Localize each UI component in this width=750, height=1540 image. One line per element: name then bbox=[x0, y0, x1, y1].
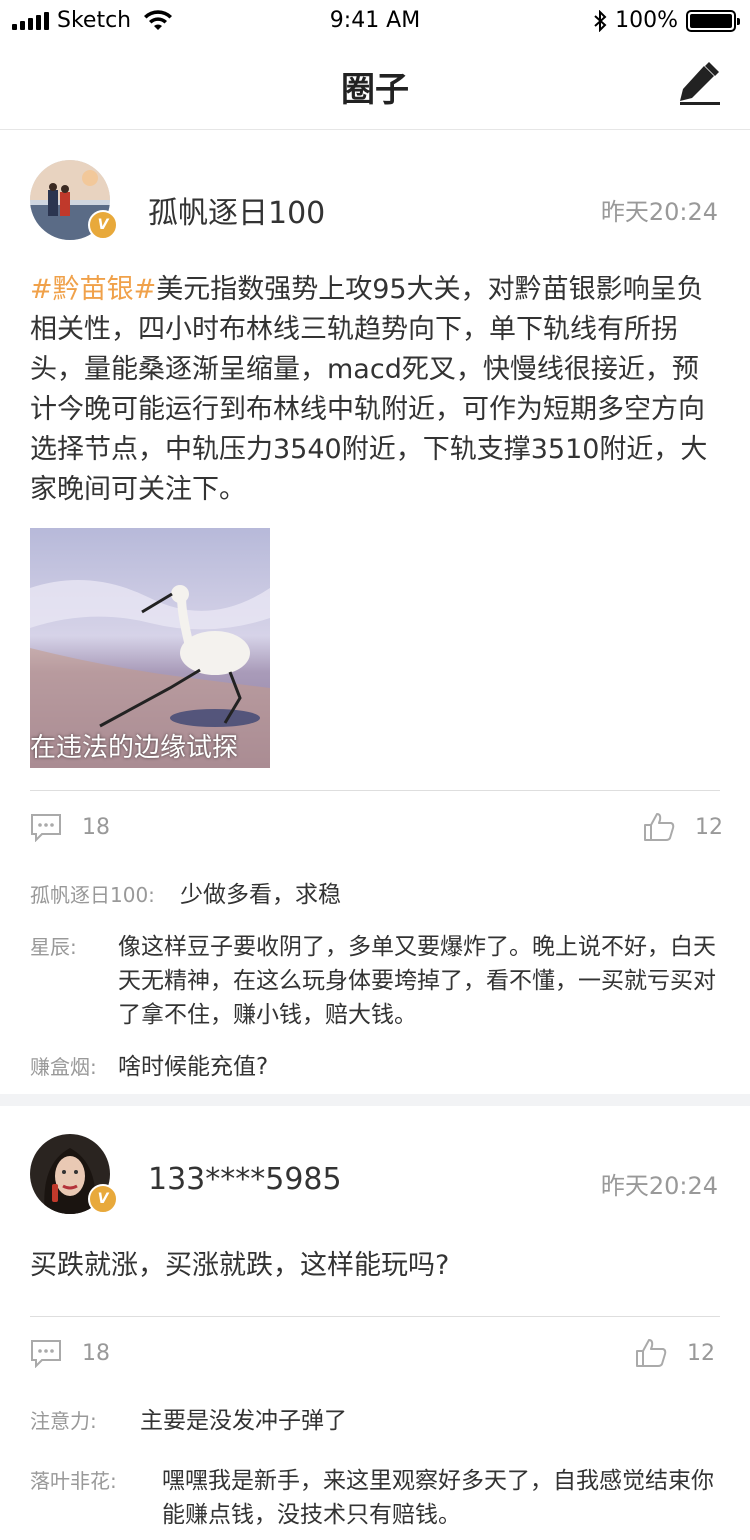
like-count: 12 bbox=[687, 1340, 715, 1366]
comment-text: 啥时候能充值? bbox=[118, 1054, 269, 1080]
divider bbox=[30, 1316, 720, 1317]
like-button[interactable]: 12 bbox=[635, 1338, 715, 1368]
username[interactable]: 孤帆逐日100 bbox=[148, 188, 325, 232]
comment-text: 主要是没发冲子弹了 bbox=[140, 1408, 347, 1434]
bluetooth-icon bbox=[594, 9, 607, 32]
comment-icon bbox=[31, 814, 61, 842]
post-card: V 133****5985 昨天20:24 买跌就涨，买涨就跌，这样能玩吗? 1… bbox=[0, 1106, 750, 1540]
comment-text: 少做多看，求稳 bbox=[180, 882, 341, 908]
post-image[interactable]: 在违法的边缘试探 bbox=[30, 528, 270, 768]
commenter-name[interactable]: 星辰: bbox=[30, 930, 77, 964]
verified-badge: V bbox=[88, 1184, 118, 1214]
username[interactable]: 133****5985 bbox=[148, 1162, 342, 1197]
comment-button[interactable]: 18 bbox=[30, 812, 110, 842]
comment-text: 像这样豆子要收阴了，多单又要爆炸了。晚上说不好，白天天无精神，在这么玩身体要垮掉… bbox=[118, 934, 716, 1028]
comment-item: 星辰: 像这样豆子要收阴了，多单又要爆炸了。晚上说不好，白天天无精神，在这么玩身… bbox=[30, 930, 720, 1034]
comment-item: 孤帆逐日100: 少做多看，求稳 bbox=[30, 878, 720, 912]
commenter-name[interactable]: 孤帆逐日100: bbox=[30, 878, 155, 912]
battery-icon bbox=[686, 9, 740, 32]
comment-text: 嘿嘿我是新手，来这里观察好多天了，自我感觉结束你能赚点钱，没技术只有赔钱。 bbox=[162, 1468, 714, 1528]
post-content: 买跌就涨，买涨就跌，这样能玩吗? bbox=[30, 1250, 450, 1281]
post-time: 昨天20:24 bbox=[600, 198, 718, 226]
divider bbox=[30, 790, 720, 791]
thumbs-up-icon bbox=[636, 1339, 667, 1367]
section-separator bbox=[0, 1094, 750, 1106]
verified-badge: V bbox=[88, 210, 118, 240]
image-caption: 在违法的边缘试探 bbox=[30, 733, 239, 763]
hashtag-link[interactable]: #黔苗银# bbox=[30, 274, 156, 305]
like-button[interactable]: 12 bbox=[643, 812, 723, 842]
post-text: 美元指数强势上攻95大关，对黔苗银影响呈负相关性，四小时布林线三轨趋势向下，单下… bbox=[30, 274, 708, 505]
comment-item: 注意力: 主要是没发冲子弹了 bbox=[30, 1404, 720, 1438]
nav-bar: 圈子 bbox=[0, 40, 750, 130]
page-title: 圈子 bbox=[341, 70, 409, 110]
commenter-name[interactable]: 赚盒烟: bbox=[30, 1050, 97, 1084]
edit-icon[interactable] bbox=[676, 60, 722, 106]
thumbs-up-icon bbox=[644, 813, 675, 841]
battery-percent: 100% bbox=[615, 8, 678, 33]
comment-count: 18 bbox=[82, 814, 110, 840]
comment-count: 18 bbox=[82, 1340, 110, 1366]
comment-item: 赚盒烟: 啥时候能充值? bbox=[30, 1050, 720, 1084]
post-card: V 孤帆逐日100 昨天20:24 #黔苗银#美元指数强势上攻95大关，对黔苗银… bbox=[0, 130, 750, 1092]
status-right: 100% bbox=[593, 8, 740, 33]
commenter-name[interactable]: 落叶非花: bbox=[30, 1464, 117, 1498]
comment-button[interactable]: 18 bbox=[30, 1338, 110, 1368]
like-count: 12 bbox=[695, 814, 723, 840]
post-time: 昨天20:24 bbox=[600, 1172, 718, 1200]
comment-icon bbox=[31, 1340, 61, 1368]
status-bar: Sketch 9:41 AM 100% bbox=[0, 0, 750, 40]
commenter-name[interactable]: 注意力: bbox=[30, 1404, 97, 1438]
comment-item: 落叶非花: 嘿嘿我是新手，来这里观察好多天了，自我感觉结束你能赚点钱，没技术只有… bbox=[30, 1464, 720, 1534]
post-content: #黔苗银#美元指数强势上攻95大关，对黔苗银影响呈负相关性，四小时布林线三轨趋势… bbox=[30, 270, 720, 510]
